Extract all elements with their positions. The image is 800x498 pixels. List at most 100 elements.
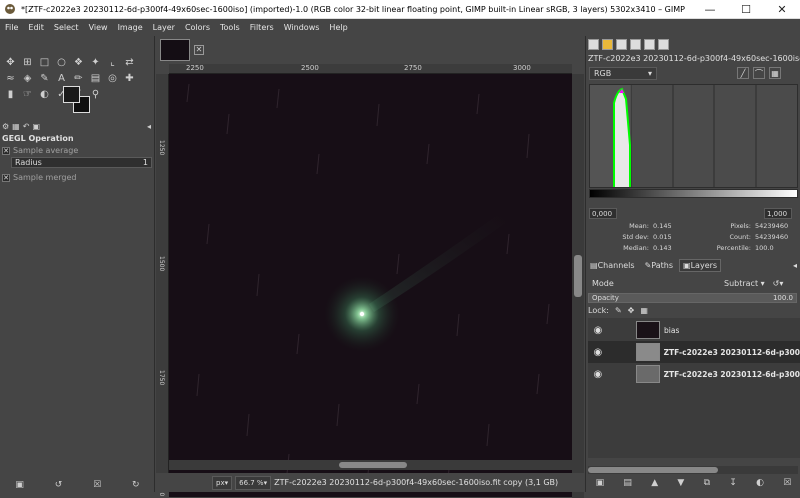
menu-colors[interactable]: Colors: [180, 23, 215, 32]
histogram-channel-select[interactable]: RGB ▾: [589, 67, 657, 80]
lower-layer-icon[interactable]: ▼: [677, 478, 684, 488]
close-tab-icon[interactable]: ✕: [194, 44, 204, 55]
pointer-tab-icon[interactable]: [630, 39, 641, 50]
horizontal-scrollbar[interactable]: [169, 460, 572, 470]
lock-position-icon[interactable]: ✥: [628, 306, 635, 315]
configure-dock-icon[interactable]: ◂: [793, 261, 797, 270]
tool-options-tab-icon[interactable]: ⚙: [2, 122, 9, 131]
visibility-eye-icon[interactable]: ◉: [588, 347, 608, 358]
mask-icon[interactable]: ◐: [756, 478, 764, 488]
histogram-bars-icon[interactable]: ▦: [769, 67, 781, 79]
patterns-tab-icon[interactable]: [602, 39, 613, 50]
opacity-slider[interactable]: Opacity 100.0: [588, 293, 797, 303]
unified-transform-tool-icon[interactable]: ⇄: [121, 54, 138, 70]
sample-average-checkbox[interactable]: ✕: [2, 146, 10, 155]
images-tab-icon[interactable]: ▣: [32, 122, 40, 131]
heal-tool-icon[interactable]: ✚: [121, 70, 138, 86]
menu-filters[interactable]: Filters: [245, 23, 279, 32]
histogram-graph[interactable]: [589, 84, 798, 188]
merge-down-icon[interactable]: ↧: [729, 478, 737, 488]
warp-tool-icon[interactable]: ≈: [2, 70, 19, 86]
menu-windows[interactable]: Windows: [279, 23, 325, 32]
menu-edit[interactable]: Edit: [23, 23, 49, 32]
comet-image-canvas[interactable]: [169, 74, 572, 497]
horizontal-scroll-thumb[interactable]: [339, 462, 407, 468]
range-max-input[interactable]: 1,000: [764, 208, 792, 219]
clone-tool-icon[interactable]: ◎: [104, 70, 121, 86]
new-layer-icon[interactable]: ▣: [596, 478, 605, 488]
mode-reset-icon[interactable]: ↺▾: [773, 279, 784, 288]
tab-layers[interactable]: ▣Layers: [679, 258, 722, 272]
brushes-tab-icon[interactable]: [588, 39, 599, 50]
vertical-scrollbar[interactable]: [572, 74, 584, 498]
colors-tab-icon[interactable]: [658, 39, 669, 50]
restore-preset-icon[interactable]: ↺: [55, 480, 63, 490]
visibility-eye-icon[interactable]: ◉: [588, 325, 608, 336]
layer-row[interactable]: ◉ bias: [588, 319, 800, 341]
dodge-tool-icon[interactable]: ◐: [36, 86, 53, 102]
save-preset-icon[interactable]: ▣: [15, 480, 24, 490]
sample-merged-row[interactable]: ✕ Sample merged: [2, 173, 76, 182]
handle-transform-tool-icon[interactable]: ◈: [19, 70, 36, 86]
menu-help[interactable]: Help: [324, 23, 352, 32]
image-tab-thumbnail[interactable]: [160, 38, 190, 61]
vertical-scroll-thumb[interactable]: [574, 255, 582, 297]
menu-layer[interactable]: Layer: [148, 23, 180, 32]
layers-hscrollbar[interactable]: [588, 466, 798, 474]
menu-view[interactable]: View: [84, 23, 113, 32]
reset-icon[interactable]: ↻: [132, 480, 140, 490]
fonts-tab-icon[interactable]: [616, 39, 627, 50]
raise-layer-icon[interactable]: ▲: [651, 478, 658, 488]
gradient-tool-icon[interactable]: ▤: [87, 70, 104, 86]
duplicate-layer-icon[interactable]: ⧉: [704, 478, 710, 488]
undo-history-tab-icon[interactable]: ↶: [23, 122, 30, 131]
new-group-icon[interactable]: ▤: [623, 478, 632, 488]
move-tool-icon[interactable]: ✥: [2, 54, 19, 70]
menu-tools[interactable]: Tools: [215, 23, 245, 32]
ruler-v-tick: 1500: [158, 256, 165, 272]
layer-row[interactable]: ◉ ZTF-c2022e3 20230112-6d-p300: [588, 363, 800, 385]
menu-file[interactable]: File: [0, 23, 23, 32]
smudge-tool-icon[interactable]: ☞: [19, 86, 36, 102]
lock-pixels-icon[interactable]: ✎: [615, 306, 622, 315]
histogram-tab-icon[interactable]: [644, 39, 655, 50]
text-tool-icon[interactable]: A: [53, 70, 70, 86]
tab-channels[interactable]: ▤Channels: [586, 259, 639, 272]
eraser-tool-icon[interactable]: ▮: [2, 86, 19, 102]
fg-bg-colors[interactable]: [63, 86, 93, 116]
linear-scale-icon[interactable]: ╱: [737, 67, 749, 79]
visibility-eye-icon[interactable]: ◉: [588, 369, 608, 380]
fuzzy-select-tool-icon[interactable]: ✦: [87, 54, 104, 70]
sample-merged-checkbox[interactable]: ✕: [2, 173, 10, 182]
layer-row[interactable]: ◉ ZTF-c2022e3 20230112-6d-p300: [588, 341, 800, 363]
unit-select[interactable]: px ▾: [212, 475, 233, 490]
sample-average-row[interactable]: ✕ Sample average: [2, 146, 78, 155]
paths-tool-icon[interactable]: ✎: [36, 70, 53, 86]
delete-preset-icon[interactable]: ☒: [93, 480, 101, 490]
histogram-title: ZTF-c2022e3 20230112-6d-p300f4-49x60sec-…: [588, 54, 800, 63]
paint-tool-icon[interactable]: ✏: [70, 70, 87, 86]
align-tool-icon[interactable]: ⊞: [19, 54, 36, 70]
minimize-icon[interactable]: —: [692, 0, 728, 19]
menu-image[interactable]: Image: [113, 23, 148, 32]
zoom-select[interactable]: 66.7 % ▾: [235, 475, 272, 490]
configure-tab-icon[interactable]: ◂: [147, 122, 151, 131]
toolbox-panel: ✥ ⊞ □ ○ ❖ ✦ ⌞ ⇄ ≈ ◈ ✎ A ✏ ▤ ◎ ✚ ▮ ☞ ◐ ✓ …: [0, 36, 155, 492]
ellipse-select-tool-icon[interactable]: ○: [53, 54, 70, 70]
lock-alpha-icon[interactable]: ▦: [640, 306, 648, 315]
close-icon[interactable]: ✕: [764, 0, 800, 19]
tab-paths[interactable]: ✎Paths: [641, 259, 677, 272]
range-min-input[interactable]: 0,000: [589, 208, 617, 219]
free-select-tool-icon[interactable]: ❖: [70, 54, 87, 70]
device-status-tab-icon[interactable]: ▦: [12, 122, 20, 131]
rect-select-tool-icon[interactable]: □: [36, 54, 53, 70]
radius-spinner[interactable]: Radius 1: [11, 157, 152, 168]
log-scale-icon[interactable]: ⌒: [753, 67, 765, 79]
delete-layer-icon[interactable]: ☒: [783, 478, 791, 488]
menu-select[interactable]: Select: [49, 23, 84, 32]
maximize-icon[interactable]: ☐: [728, 0, 764, 19]
layers-hscroll-thumb[interactable]: [588, 467, 718, 473]
foreground-color-swatch[interactable]: [63, 86, 80, 103]
crop-tool-icon[interactable]: ⌞: [104, 54, 121, 70]
mode-select[interactable]: Subtract ▾: [724, 279, 765, 288]
